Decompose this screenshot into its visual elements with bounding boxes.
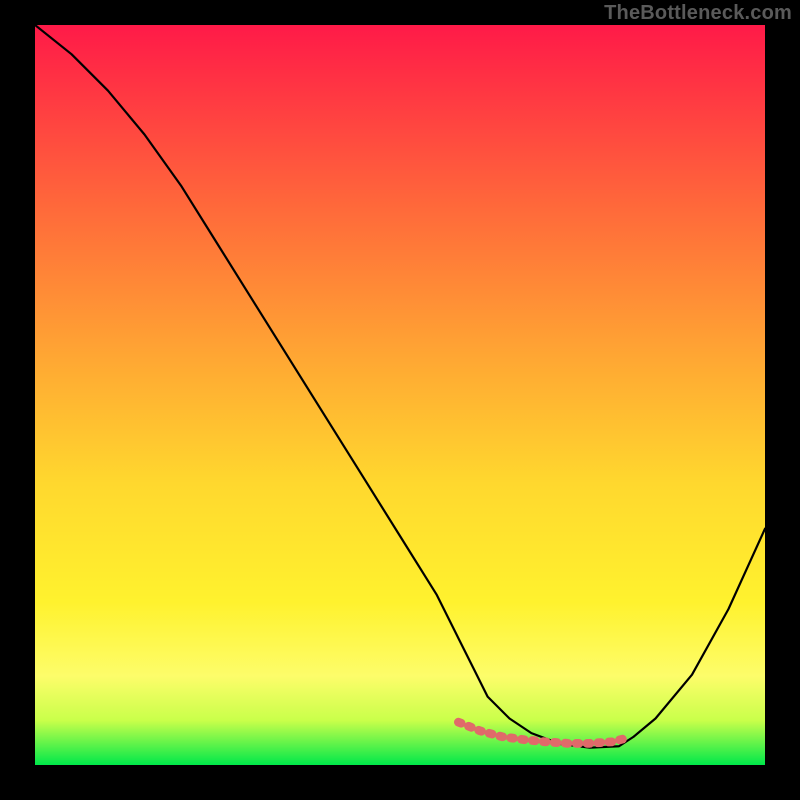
plot-area bbox=[35, 25, 765, 765]
watermark-text: TheBottleneck.com bbox=[604, 2, 792, 25]
ideal-range-highlight bbox=[458, 722, 626, 743]
curve-layer bbox=[35, 25, 765, 755]
chart-container: TheBottleneck.com bbox=[0, 0, 800, 800]
bottleneck-curve bbox=[35, 25, 765, 748]
